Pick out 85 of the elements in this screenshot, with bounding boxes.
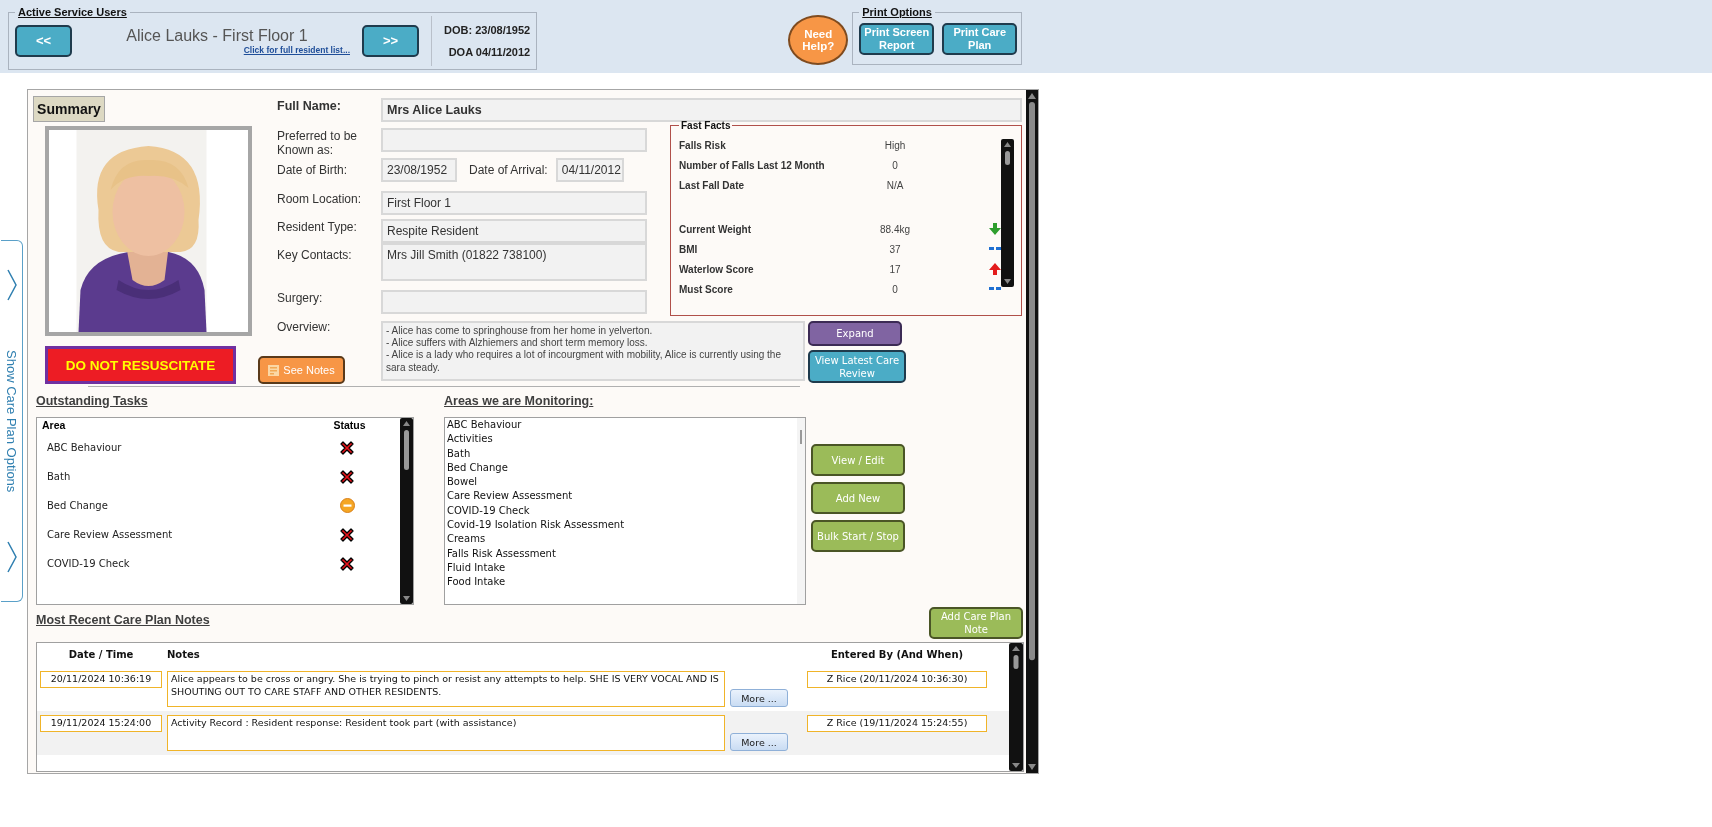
date-field[interactable]: 23/08/1952	[381, 158, 457, 182]
date-of-birth: DOB: 23/08/1952	[444, 23, 531, 36]
entered-by-field: Z Rice (20/11/2024 10:36:30)	[807, 671, 987, 688]
fact-label: Waterlow Score	[679, 263, 755, 275]
fact-value: 0	[891, 283, 899, 295]
task-name: Care Review Assessment	[46, 529, 174, 540]
column-header: Notes	[167, 649, 201, 660]
memo-field[interactable]: Mrs Jill Smith (01822 738100)	[381, 243, 647, 281]
field-label: Preferred to be Known as:	[276, 128, 359, 158]
list-item[interactable]: Care Review Assessment	[447, 489, 797, 504]
column-header: Status	[332, 418, 367, 432]
chevron-icon	[6, 541, 17, 573]
panel-title: Fast Facts	[680, 120, 732, 131]
field-label: Date of Birth:	[276, 162, 349, 178]
section-heading: Most Recent Care Plan Notes	[36, 613, 210, 627]
chevron-icon	[6, 269, 17, 301]
list-item[interactable]: COVID-19 Check	[447, 503, 797, 519]
date-field: 20/11/2024 10:36:19	[40, 671, 162, 688]
fact-label: Number of Falls Last 12 Month	[679, 159, 826, 171]
expand-button[interactable]: Expand	[808, 321, 902, 346]
list-item[interactable]: Covid-19 Isolation Risk Assessment	[447, 518, 797, 533]
task-name: ABC Behaviour	[46, 442, 123, 453]
group-title: Print Options	[861, 6, 933, 18]
fact-value: 37	[888, 243, 902, 255]
field-label: Resident Type:	[276, 219, 358, 235]
field-label: Key Contacts:	[276, 247, 353, 263]
text-field[interactable]: Respite Resident	[381, 219, 647, 243]
more-button[interactable]: More ...	[730, 689, 788, 707]
list-item[interactable]: Falls Risk Assessment	[447, 546, 797, 561]
section-heading: Outstanding Tasks	[36, 394, 149, 408]
fact-value: 17	[888, 263, 902, 275]
list-item[interactable]: Bath	[447, 446, 797, 461]
entered-by-field: Z Rice (19/11/2024 15:24:55)	[807, 715, 987, 732]
task-name: Bed Change	[46, 500, 109, 511]
list-item[interactable]: Creams	[447, 532, 797, 547]
scrollbar[interactable]	[1026, 90, 1038, 773]
fact-value: N/A	[885, 179, 905, 191]
section-heading: Areas we are Monitoring:	[444, 394, 595, 408]
scrollbar[interactable]	[1009, 643, 1023, 771]
fact-value: 0	[891, 159, 899, 171]
column-header: Date / Time	[67, 649, 135, 660]
task-name: COVID-19 Check	[46, 558, 131, 569]
fact-label: Current Weight	[679, 223, 753, 235]
scrollbar[interactable]	[797, 418, 805, 604]
date-field[interactable]: 04/11/2012	[555, 158, 624, 182]
fact-value: 88.4kg	[879, 223, 911, 235]
fact-value: High	[883, 139, 907, 151]
list-item[interactable]: Activities	[447, 432, 797, 447]
list-item[interactable]: Bed Change	[447, 460, 797, 476]
column-header: Area	[41, 418, 67, 432]
field-label: Date of Arrival:	[469, 162, 548, 177]
text-field[interactable]	[381, 128, 647, 152]
summary-tab[interactable]: Summary	[33, 96, 105, 122]
alert-banner: DO NOT RESUSCITATE	[45, 346, 236, 384]
column-header: Entered By (And When)	[829, 649, 965, 660]
note-field: Alice appears to be cross or angry. She is trying to pinch or resist any attempts to help. SHE IS VERY VOCAL AND IS SHOUTING OUT TO CARE STAFF AND OTHER RESIDENTS.	[167, 671, 725, 707]
list-item[interactable]: Fluid Intake	[447, 560, 797, 576]
field-label: Full Name:	[276, 98, 342, 114]
note-icon	[268, 364, 280, 376]
text-field[interactable]: First Floor 1	[381, 191, 647, 215]
field-label: Surgery:	[276, 290, 324, 306]
field-label: Room Location:	[276, 191, 363, 207]
note-field: Activity Record : Resident response: Resident took part (with assistance)	[167, 715, 725, 751]
resident-name: Alice Lauks - First Floor 1	[126, 26, 308, 45]
date-field: 19/11/2024 15:24:00	[40, 715, 162, 732]
fact-label: Last Fall Date	[679, 179, 746, 191]
list-item[interactable]: Bowel	[447, 475, 797, 490]
task-name: Bath	[46, 471, 72, 482]
fact-label: Falls Risk	[679, 139, 727, 151]
more-button[interactable]: More ...	[730, 733, 788, 751]
side-tab-label: Show Care Plan Options	[4, 349, 19, 493]
side-tab[interactable]: Show Care Plan Options	[1, 240, 23, 602]
resident-list-link[interactable]: Click for full resident list...	[243, 44, 350, 55]
name-field[interactable]: Mrs Alice Lauks	[381, 98, 1022, 122]
fact-label: BMI	[679, 243, 699, 255]
field-label: Overview:	[276, 319, 331, 335]
date-of-arrival: DOA 04/11/2012	[448, 45, 531, 58]
overview-field[interactable]: - Alice has come to springhouse from her home in yelverton. - Alice suffers with Alzhiemers and short term memory loss. - Alice is a lady who requires a lot of incourgment with mobility, Alice is currently using the sara steady.	[381, 321, 805, 381]
list-item[interactable]: Food Intake	[447, 575, 797, 590]
scrollbar[interactable]	[400, 418, 413, 604]
group-title: Active Service Users	[17, 6, 128, 18]
list-item[interactable]: ABC Behaviour	[447, 418, 797, 433]
text-field[interactable]	[381, 290, 647, 314]
fact-label: Must Score	[679, 283, 734, 295]
scrollbar[interactable]	[1001, 139, 1014, 287]
